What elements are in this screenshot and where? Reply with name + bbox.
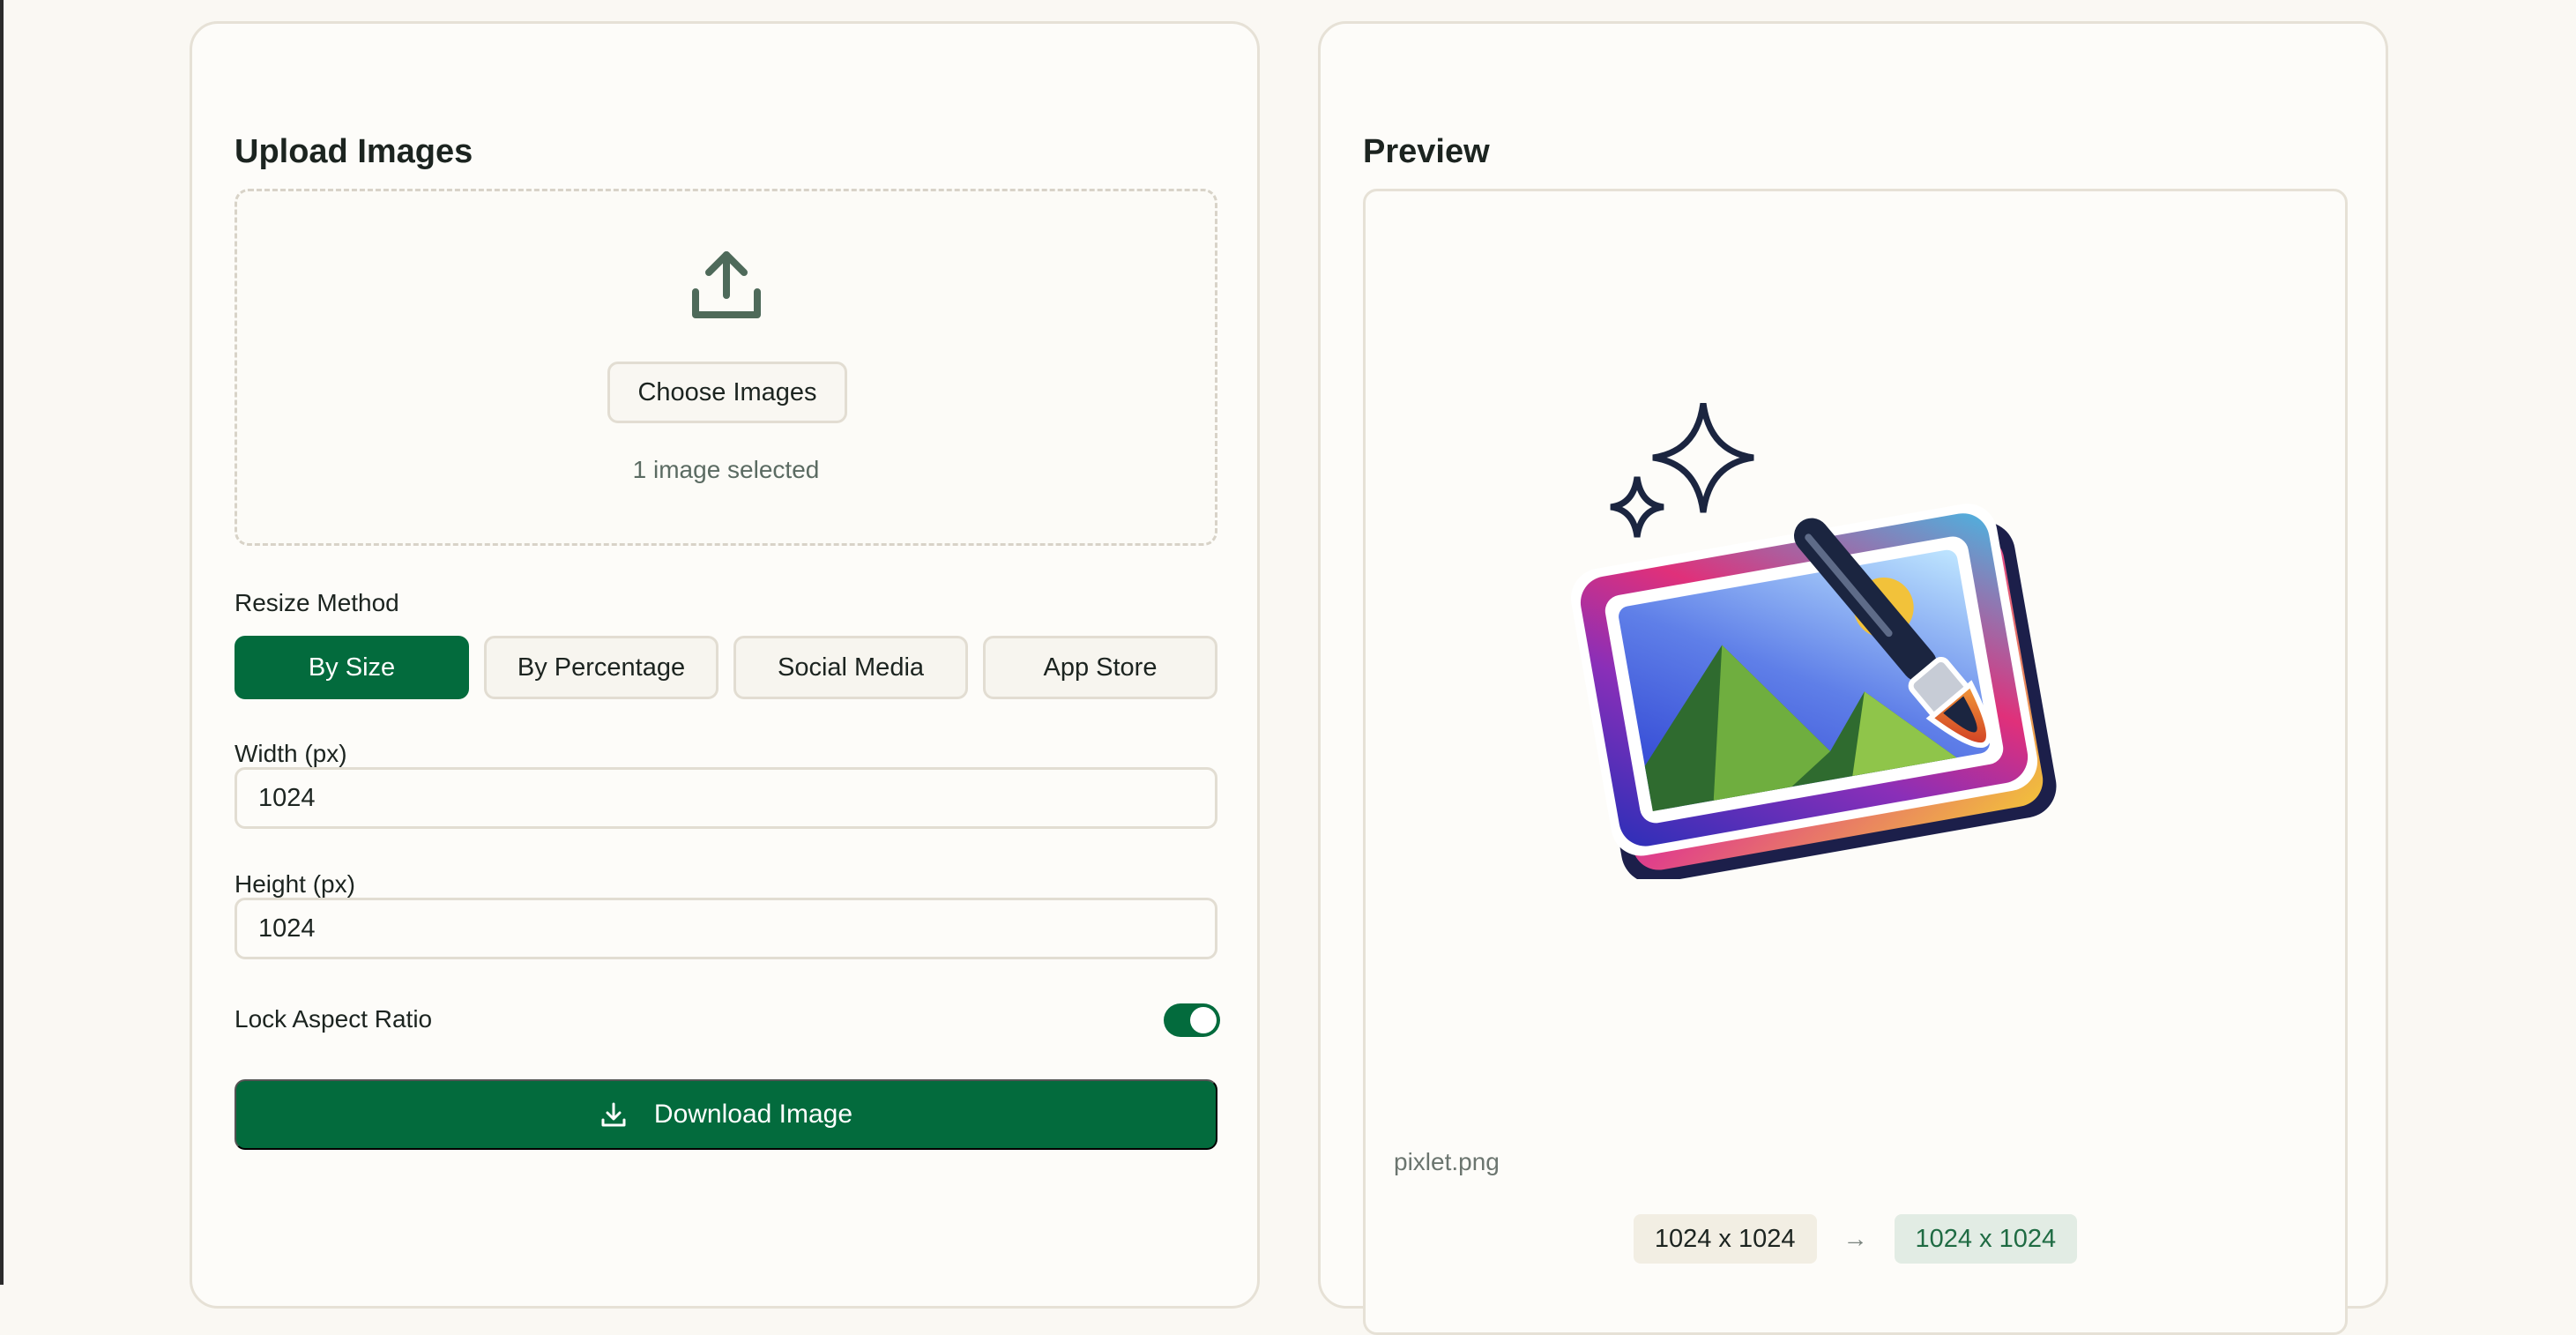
upload-panel: Upload Images Choose Images 1 image sele… [190,21,1260,1309]
toggle-knob [1190,1007,1217,1033]
upload-title: Upload Images [235,133,473,170]
height-input[interactable]: 1024 [235,898,1217,959]
preview-filename: pixlet.png [1394,1148,1500,1175]
preview-frame: pixlet.png 1024 x 1024 → 1024 x 1024 [1363,189,2348,1335]
download-label: Download Image [653,1100,853,1129]
resize-method-label: Resize Method [235,589,399,616]
method-by-percentage-button[interactable]: By Percentage [484,636,718,699]
width-input[interactable]: 1024 [235,767,1217,829]
height-label: Height (px) [235,870,355,898]
lock-aspect-label: Lock Aspect Ratio [235,1005,433,1033]
width-label: Width (px) [235,740,347,767]
download-icon [601,1102,626,1127]
original-dimensions-badge: 1024 x 1024 [1633,1214,1817,1264]
download-image-button[interactable]: Download Image [235,1079,1217,1150]
dimension-comparison: 1024 x 1024 → 1024 x 1024 [1366,1214,2345,1264]
arrow-right-icon: → [1843,1225,1868,1252]
lock-aspect-toggle[interactable] [1164,1003,1220,1037]
upload-icon [692,251,761,318]
method-by-size-button[interactable]: By Size [235,636,469,699]
preview-image [1570,403,2057,879]
resize-method-group: By Size By Percentage Social Media App S… [235,636,1217,699]
choose-images-button[interactable]: Choose Images [607,362,847,423]
window-edge [0,0,4,1285]
selection-status: 1 image selected [632,456,820,483]
method-social-media-button[interactable]: Social Media [733,636,968,699]
new-dimensions-badge: 1024 x 1024 [1894,1214,2078,1264]
method-app-store-button[interactable]: App Store [983,636,1217,699]
preview-title: Preview [1363,133,1490,170]
upload-dropzone[interactable]: Choose Images 1 image selected [235,189,1217,546]
preview-panel: Preview pixlet.png 1024 x 1024 → 1024 x … [1318,21,2388,1335]
